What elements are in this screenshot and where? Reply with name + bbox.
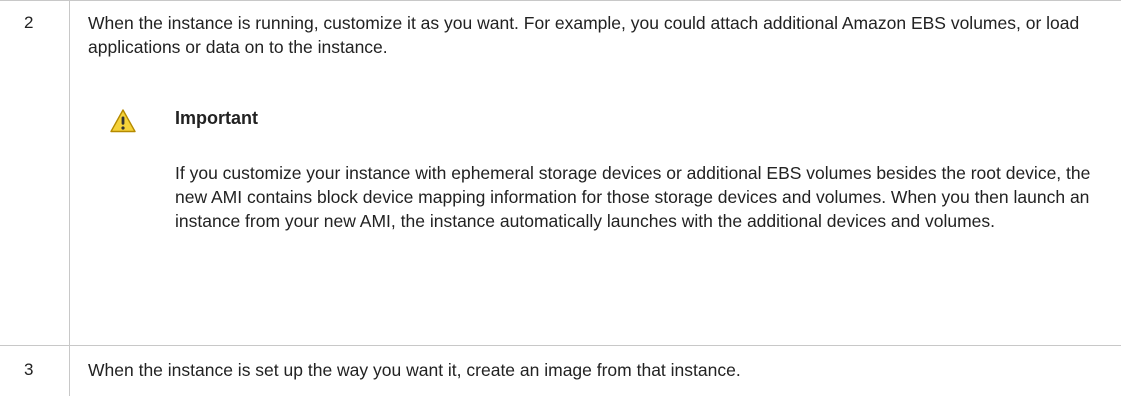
- column-divider: [69, 1, 70, 345]
- callout-body: If you customize your instance with ephe…: [175, 163, 1091, 231]
- table-row: 2 When the instance is running, customiz…: [0, 0, 1121, 346]
- step-text: When the instance is set up the way you …: [88, 360, 741, 380]
- step-number: 3: [24, 360, 34, 379]
- procedure-steps-table: 2 When the instance is running, customiz…: [0, 0, 1121, 396]
- step-text: When the instance is running, customize …: [88, 13, 1080, 57]
- step-number: 2: [24, 13, 34, 32]
- warning-icon: [110, 109, 136, 133]
- table-row: 3 When the instance is set up the way yo…: [0, 345, 1121, 396]
- callout-title: Important: [175, 108, 258, 128]
- column-divider: [69, 345, 70, 396]
